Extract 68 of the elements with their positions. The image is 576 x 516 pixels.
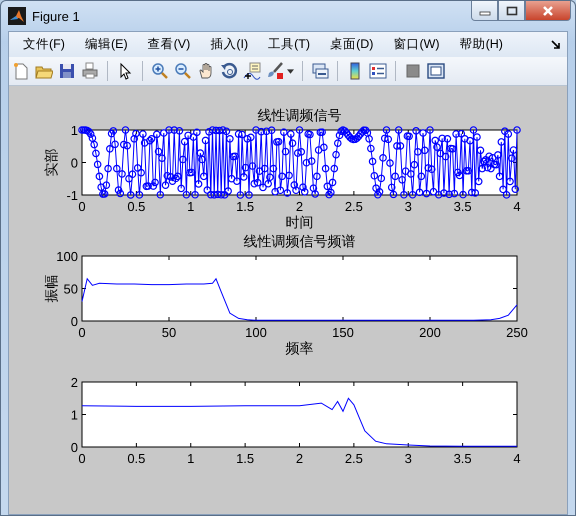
tick-label: 2: [296, 451, 304, 466]
maximize-icon: [506, 6, 518, 16]
tick-label: 100: [56, 249, 78, 264]
menu-item[interactable]: 编辑(E): [76, 36, 136, 53]
tick-label: 1: [70, 123, 78, 138]
menu-item[interactable]: 窗口(W): [385, 36, 448, 53]
tick-label: 3.5: [454, 199, 472, 214]
close-button[interactable]: [525, 1, 571, 21]
axis-label: 实部: [43, 148, 59, 176]
tick-label: 1.5: [236, 199, 254, 214]
axis-label: 时间: [286, 214, 314, 230]
window-title: Figure 1: [32, 8, 80, 24]
linked-windows-icon[interactable]: [311, 62, 329, 80]
new-file-icon[interactable]: [12, 62, 30, 80]
brush-icon[interactable]: [266, 62, 284, 80]
dock-arrow-icon[interactable]: [551, 40, 561, 50]
tick-label: 0: [78, 325, 86, 340]
axis-label: 振幅: [43, 274, 59, 302]
caret-icon[interactable]: [287, 68, 294, 74]
zoom-out-icon[interactable]: [174, 62, 192, 80]
tick-label: 1: [70, 408, 78, 422]
tick-label: -1: [66, 188, 78, 203]
tick-label: 1: [187, 451, 194, 466]
square-icon[interactable]: [404, 62, 422, 80]
menu-item[interactable]: 桌面(D): [322, 36, 382, 53]
legend-icon[interactable]: [369, 62, 387, 80]
minimize-button[interactable]: [471, 1, 498, 21]
maximize-button[interactable]: [498, 1, 525, 21]
chart-title: 线性调频信号频谱: [244, 234, 356, 249]
axis-label: 频率: [286, 340, 314, 356]
tick-label: 4: [513, 199, 521, 214]
menu-item[interactable]: 插入(I): [202, 36, 256, 53]
close-icon: [541, 4, 555, 16]
menu-item[interactable]: 文件(F): [15, 36, 73, 53]
tick-label: 0: [70, 314, 78, 329]
tick-label: 250: [506, 325, 528, 340]
tick-label: 50: [162, 325, 176, 340]
menu-item[interactable]: 查看(V): [140, 36, 198, 53]
tick-label: 100: [245, 325, 267, 340]
tick-label: 0.5: [127, 451, 146, 466]
tick-label: 4: [513, 451, 521, 466]
tick-label: 50: [64, 282, 78, 296]
tick-label: 2: [70, 375, 78, 390]
tick-label: 1: [187, 199, 194, 214]
tick-label: 0.5: [127, 199, 146, 214]
tick-label: 2: [296, 199, 304, 214]
tick-label: 150: [332, 325, 354, 340]
zoom-in-icon[interactable]: [151, 62, 169, 80]
tick-label: 1.5: [236, 451, 254, 466]
menu-item[interactable]: 帮助(H): [452, 36, 511, 53]
rotate-icon[interactable]: [220, 62, 238, 80]
tick-label: 2.5: [344, 199, 363, 214]
tick-label: 0: [78, 199, 86, 214]
tick-label: 0: [70, 156, 78, 170]
tick-label: 0: [78, 451, 86, 466]
tick-label: 3: [404, 199, 412, 214]
tick-label: 3.5: [454, 451, 472, 466]
printer-icon[interactable]: [81, 62, 99, 80]
tick-label: 2.5: [344, 451, 363, 466]
frame-icon[interactable]: [427, 62, 445, 80]
app-logo-icon: [8, 7, 26, 25]
tick-label: 200: [419, 325, 441, 340]
tick-label: 3: [404, 451, 412, 466]
save-icon[interactable]: [58, 62, 76, 80]
chart-title: 线性调频信号: [258, 107, 342, 123]
tick-label: 0: [70, 440, 78, 455]
data-cursor-icon[interactable]: [243, 62, 261, 80]
menu-item[interactable]: 工具(T): [260, 36, 318, 53]
